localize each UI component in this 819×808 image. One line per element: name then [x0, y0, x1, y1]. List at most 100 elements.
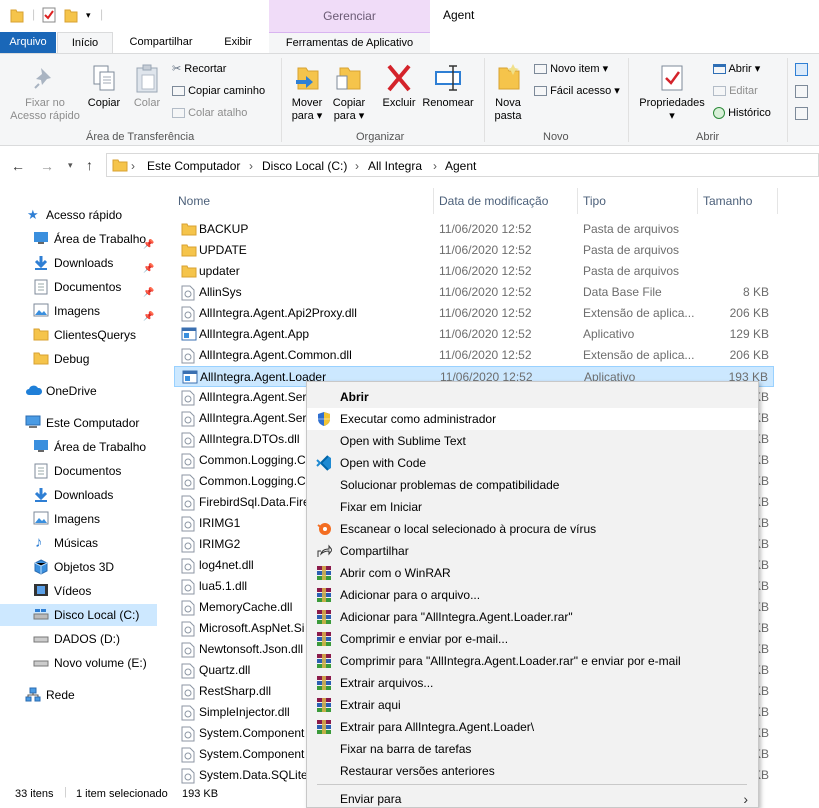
menu-item-fixar-na-barra-de-tarefas[interactable]: Fixar na barra de tarefas [307, 738, 758, 760]
column-header-type[interactable]: Tipo [583, 194, 606, 208]
pin-quick-access-button[interactable]: Fixar no Acesso rápido [6, 64, 84, 123]
move-to-button[interactable]: Mover para ▾ [287, 62, 327, 123]
breadcrumb-local-disk[interactable]: Disco Local (C:) [262, 159, 347, 173]
up-arrow-icon[interactable]: ↑ [86, 157, 93, 173]
nav-pc-3d-objects[interactable]: Objetos 3D [0, 556, 160, 578]
navigation-pane: ★ Acesso rápido Área de Trabalho 📌 Downlo… [0, 186, 170, 786]
breadcrumb-this-pc[interactable]: Este Computador [147, 159, 240, 173]
menu-item-extrair-aqui[interactable]: Extrair aqui [307, 694, 758, 716]
menu-item-adicionar-para-allintegra-agent-loader-r[interactable]: Adicionar para "AllIntegra.Agent.Loader.… [307, 606, 758, 628]
menu-item-abrir[interactable]: Abrir [307, 386, 758, 408]
copy-to-button[interactable]: Copiar para ▾ [329, 62, 369, 123]
winrar-icon [316, 565, 332, 581]
delete-button[interactable]: Excluir [378, 62, 420, 110]
tab-home[interactable]: Início [57, 32, 113, 53]
edit-button[interactable]: Editar [713, 85, 758, 98]
file-row[interactable]: updater 11/06/2020 12:52 Pasta de arquivos [174, 261, 774, 282]
nav-pc-downloads[interactable]: Downloads [0, 484, 160, 506]
menu-item-comprimir-e-enviar-por-e-mail[interactable]: Comprimir e enviar por e-mail... [307, 628, 758, 650]
quick-access-dropdown-icon[interactable]: ▾ [86, 10, 91, 21]
forward-arrow-icon[interactable]: → [40, 158, 54, 174]
menu-item-escanear-o-local-selecionado-a-procura-d[interactable]: Escanear o local selecionado à procura d… [307, 518, 758, 540]
menu-item-abrir-com-o-winrar[interactable]: Abrir com o WinRAR [307, 562, 758, 584]
file-row[interactable]: AllIntegra.Agent.Api2Proxy.dll 11/06/2020… [174, 303, 774, 324]
nav-network[interactable]: Rede [0, 684, 160, 706]
cut-button[interactable]: ✂ Recortar [172, 63, 226, 76]
menu-item-enviar-para[interactable]: Enviar para › [307, 788, 758, 807]
nav-quick-access[interactable]: ★ Acesso rápido [0, 204, 160, 226]
properties-button[interactable]: Propriedades ▾ [634, 62, 710, 123]
recent-locations-icon[interactable]: ▾ [68, 160, 73, 171]
menu-item-open-with-sublime-text[interactable]: Open with Sublime Text [307, 430, 758, 452]
nav-item-desktop[interactable]: Área de Trabalho 📌 [0, 228, 160, 250]
menu-item-extrair-para-allintegra-agent-loader[interactable]: Extrair para AllIntegra.Agent.Loader\ [307, 716, 758, 738]
select-all-icon[interactable] [795, 63, 808, 80]
open-button[interactable]: Abrir ▾ [713, 63, 760, 76]
properties-check-icon[interactable] [42, 7, 56, 23]
tab-view[interactable]: Exibir [212, 32, 264, 53]
rename-button[interactable]: Renomear [420, 62, 476, 110]
menu-item-executar-como-administrador[interactable]: Executar como administrador [307, 408, 758, 430]
column-header-size[interactable]: Tamanho [703, 194, 752, 208]
column-header-date[interactable]: Data de modificação [439, 194, 548, 208]
file-type: Pasta de arquivos [583, 264, 680, 278]
tab-file[interactable]: Arquivo [0, 32, 56, 53]
nav-pc-local-disk[interactable]: Disco Local (C:) [0, 604, 157, 626]
window-title: Agent [443, 8, 475, 22]
nav-onedrive[interactable]: OneDrive [0, 380, 160, 402]
breadcrumb-agent[interactable]: Agent [445, 159, 476, 173]
tab-app-tools[interactable]: Ferramentas de Aplicativo [269, 32, 430, 53]
back-arrow-icon[interactable]: ← [11, 158, 25, 174]
file-name: RestSharp.dll [199, 684, 272, 698]
nav-item-documents[interactable]: Documentos 📌 [0, 276, 160, 298]
nav-pc-pictures[interactable]: Imagens [0, 508, 160, 530]
copy-button[interactable]: Copiar [84, 64, 124, 110]
nav-pc-novo-volume[interactable]: Novo volume (E:) [0, 652, 160, 674]
nav-pc-documents[interactable]: Documentos [0, 460, 160, 482]
easy-access-button[interactable]: Fácil acesso ▾ [534, 85, 620, 98]
menu-item-fixar-em-iniciar[interactable]: Fixar em Iniciar [307, 496, 758, 518]
history-button[interactable]: Histórico [713, 107, 771, 120]
tab-share[interactable]: Compartilhar [118, 32, 204, 53]
menu-item-compartilhar[interactable]: Compartilhar [307, 540, 758, 562]
context-menu: Abrir Executar como administrador Open wit… [306, 381, 759, 808]
copy-path-button[interactable]: Copiar caminho [172, 85, 265, 98]
menu-item-restaurar-versoes-anteriores[interactable]: Restaurar versões anteriores [307, 760, 758, 782]
file-size: 206 KB [729, 306, 769, 320]
new-folder-button[interactable]: Nova pasta [490, 62, 526, 123]
invert-selection-icon[interactable] [795, 107, 808, 124]
file-row[interactable]: AllIntegra.Agent.Common.dll 11/06/2020 12… [174, 345, 774, 366]
nav-item-downloads[interactable]: Downloads 📌 [0, 252, 160, 274]
menu-item-solucionar-problemas-de-compatibilidade[interactable]: Solucionar problemas de compatibilidade [307, 474, 758, 496]
file-row[interactable]: AllinSys 11/06/2020 12:52 Data Base File 8 … [174, 282, 774, 303]
file-row[interactable]: AllIntegra.Agent.App 11/06/2020 12:52 Apli… [174, 324, 774, 345]
new-folder-icon[interactable] [64, 7, 78, 23]
menu-item-comprimir-para-allintegra-agent-loader-r[interactable]: Comprimir para "AllIntegra.Agent.Loader.… [307, 650, 758, 672]
select-none-icon[interactable] [795, 85, 808, 102]
menu-item-extrair-arquivos[interactable]: Extrair arquivos... [307, 672, 758, 694]
nav-pc-desktop[interactable]: Área de Trabalho [0, 436, 160, 458]
nav-pc-videos[interactable]: Vídeos [0, 580, 160, 602]
paste-button[interactable]: Colar [128, 64, 166, 110]
address-box[interactable]: › Este Computador › Disco Local (C:) › A… [106, 153, 819, 177]
file-row[interactable]: BACKUP 11/06/2020 12:52 Pasta de arquivos [174, 219, 774, 240]
menu-item-adicionar-para-o-arquivo[interactable]: Adicionar para o arquivo... [307, 584, 758, 606]
submenu-arrow-icon: › [743, 791, 748, 807]
nav-pc-dados[interactable]: DADOS (D:) [0, 628, 160, 650]
menu-item-label: Open with Code [340, 456, 427, 470]
breadcrumb-all-integra[interactable]: All Integra [368, 159, 422, 173]
folder-icon[interactable] [10, 7, 24, 23]
nav-item-pictures[interactable]: Imagens 📌 [0, 300, 160, 322]
winrar-icon [316, 697, 332, 713]
paste-shortcut-button[interactable]: Colar atalho [172, 107, 247, 120]
file-row[interactable]: UPDATE 11/06/2020 12:52 Pasta de arquivos [174, 240, 774, 261]
nav-item-debug[interactable]: Debug [0, 348, 160, 370]
column-header-name[interactable]: Nome [178, 194, 210, 208]
nav-this-pc[interactable]: Este Computador [0, 412, 160, 434]
new-item-button[interactable]: Novo item ▾ [534, 63, 608, 76]
menu-item-open-with-code[interactable]: Open with Code [307, 452, 758, 474]
nav-pc-music[interactable]: ♪ Músicas [0, 532, 160, 554]
menu-item-label: Compartilhar [340, 544, 409, 558]
file-name: System.Data.SQLite. [199, 768, 312, 782]
nav-item-clientesquerys[interactable]: ClientesQuerys [0, 324, 160, 346]
